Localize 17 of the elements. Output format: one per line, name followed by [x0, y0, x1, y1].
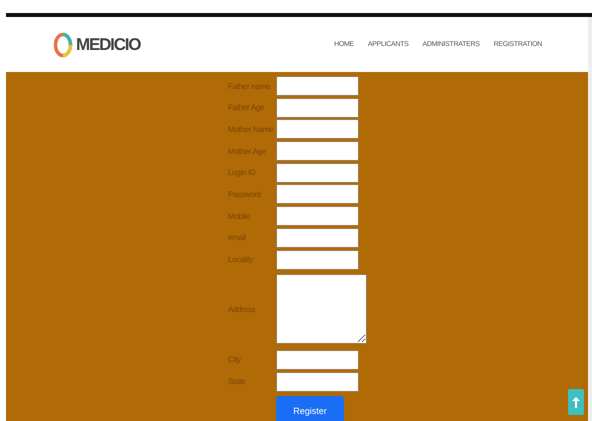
input-field[interactable]	[276, 206, 359, 226]
input-field[interactable]	[276, 98, 359, 118]
ring-logo-icon	[53, 32, 73, 58]
input-field[interactable]	[276, 184, 359, 204]
back-to-top-button[interactable]	[568, 389, 584, 415]
input-field[interactable]	[276, 250, 359, 270]
input-field[interactable]	[276, 76, 359, 96]
input-field[interactable]	[276, 350, 359, 370]
text-area[interactable]	[276, 274, 367, 344]
input-field[interactable]	[276, 162, 359, 183]
input-field[interactable]	[276, 372, 359, 392]
up-arrow-icon	[572, 396, 580, 408]
logo-text[interactable]: MEDICIO	[76, 34, 140, 54]
input-field[interactable]	[276, 141, 359, 162]
register-button[interactable]: Register	[276, 396, 344, 421]
input-field[interactable]	[276, 119, 359, 140]
input-field[interactable]	[276, 228, 359, 248]
